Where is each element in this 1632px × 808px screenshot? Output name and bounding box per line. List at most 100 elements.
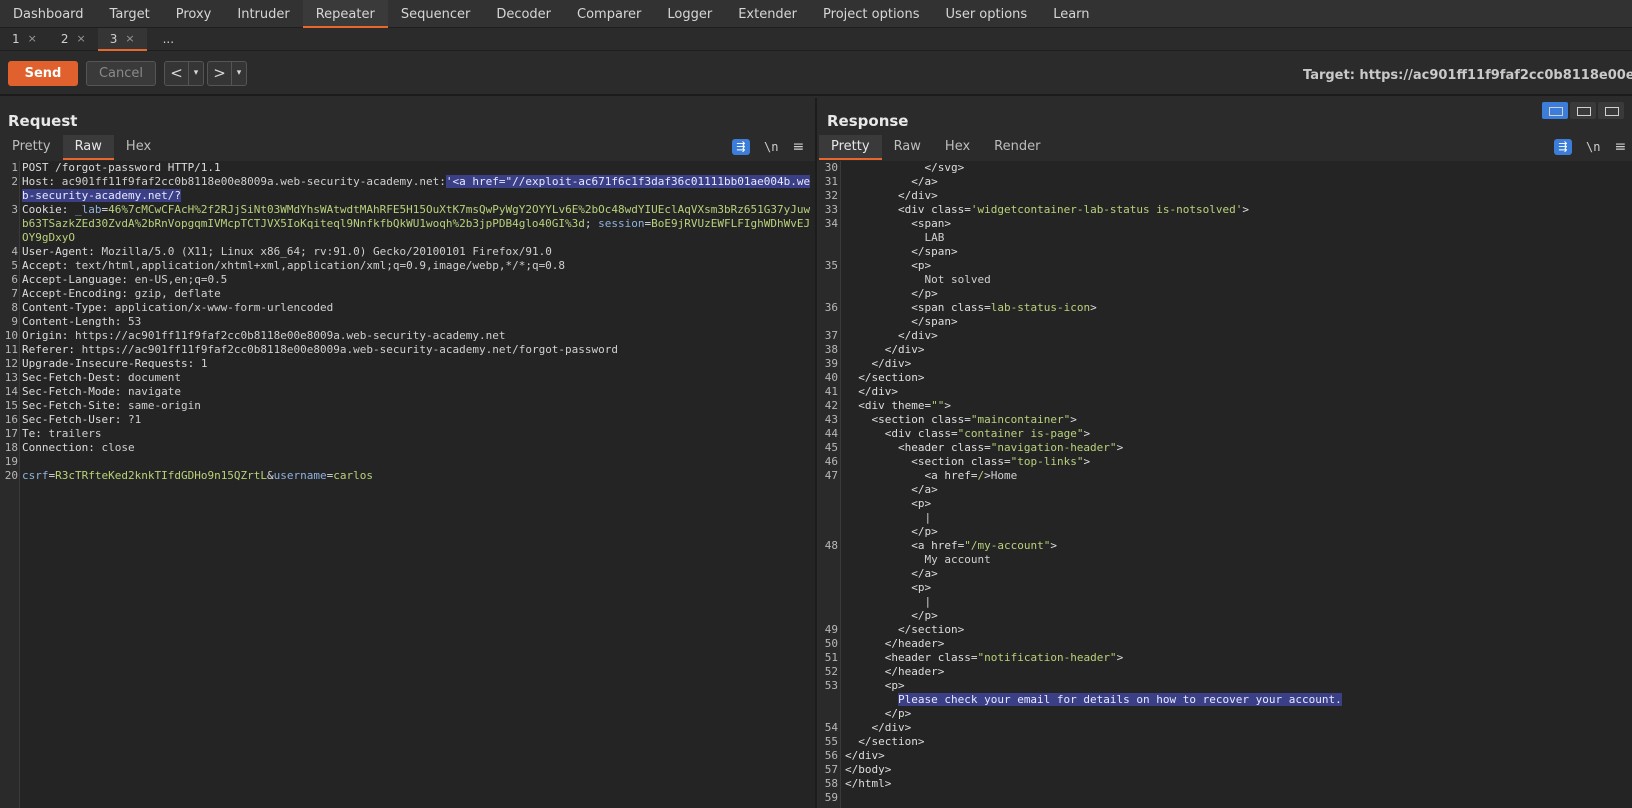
code-token: class= [970, 455, 1011, 468]
forward-arrow-icon[interactable]: > [208, 62, 232, 85]
code-line: My account [819, 553, 1632, 567]
code-token: </a> [845, 483, 938, 496]
chevron-down-icon[interactable]: ▾ [232, 62, 246, 85]
line-number: 18 [4, 441, 18, 454]
nav-tab-intruder[interactable]: Intruder [224, 0, 302, 28]
response-editor[interactable]: 30 </svg> 31 </a> 32 </div> 33 <div class='… [819, 161, 1632, 808]
nav-tab-user-options[interactable]: User options [933, 0, 1041, 28]
nav-tab-decoder[interactable]: Decoder [483, 0, 564, 28]
layout-stacked-icon[interactable] [1570, 102, 1596, 119]
code-token: session [598, 217, 645, 230]
line-number: 11 [4, 343, 18, 356]
code-line: 49 </section> [819, 623, 1632, 637]
code-token: class= [917, 427, 958, 440]
code-line: <p> [819, 581, 1632, 595]
line-text: Te: trailers [20, 427, 815, 441]
line-text: </svg> [841, 161, 1632, 175]
line-number: 34 [824, 217, 838, 230]
close-icon[interactable]: × [77, 28, 86, 51]
line-text: </div> [841, 749, 1632, 763]
line-number: 3 [11, 203, 18, 216]
code-token: > [984, 469, 991, 482]
code-token: </div> [845, 343, 925, 356]
line-text: <header class="navigation-header"> [841, 441, 1632, 455]
nav-tab-logger[interactable]: Logger [654, 0, 725, 28]
response-tab-pretty[interactable]: Pretty [819, 135, 882, 160]
target-label[interactable]: Target: https://ac901ff11f9faf2cc0b8118e… [1303, 68, 1632, 83]
code-line: 55 </section> [819, 735, 1632, 749]
code-token: </svg> [845, 161, 965, 174]
line-text: </span> [841, 315, 1632, 329]
new-tab-button[interactable]: ... [147, 28, 190, 51]
request-editor[interactable]: 1 POST /forgot-password HTTP/1.1 2 Host: ac… [0, 161, 815, 808]
line-number [819, 315, 841, 329]
line-text: </html> [841, 777, 1632, 791]
code-token: > [1242, 203, 1250, 216]
menu-icon[interactable]: ≡ [792, 139, 804, 155]
menu-icon[interactable]: ≡ [1614, 139, 1626, 155]
code-token: <span [845, 301, 951, 314]
nav-tab-repeater[interactable]: Repeater [302, 0, 388, 28]
wrap-lines-icon[interactable]: ⇶ [1554, 139, 1572, 155]
request-tab-raw[interactable]: Raw [62, 135, 114, 160]
layout-side-by-side-icon[interactable] [1542, 102, 1568, 119]
request-panel: Request Pretty Raw Hex ⇶ \n ≡ 1 POST /for… [0, 98, 817, 808]
nav-tab-dashboard[interactable]: Dashboard [0, 0, 97, 28]
line-text: <a href="/my-account"> [841, 539, 1632, 553]
line-number: 54 [824, 721, 838, 734]
code-token: </a> [845, 567, 938, 580]
show-newlines-icon[interactable]: \n [764, 140, 778, 154]
nav-tab-proxy[interactable]: Proxy [163, 0, 225, 28]
response-tools: ⇶ \n ≡ [1554, 139, 1626, 155]
line-text: <div theme=""> [841, 399, 1632, 413]
show-newlines-icon[interactable]: \n [1586, 140, 1600, 154]
line-text: </div> [841, 329, 1632, 343]
request-tab-pretty[interactable]: Pretty [0, 135, 63, 160]
repeater-tab-1[interactable]: 1 × [0, 28, 49, 51]
line-text: Origin: https://ac901ff11f9faf2cc0b8118e… [20, 329, 815, 343]
chevron-down-icon[interactable]: ▾ [189, 62, 203, 85]
code-token: Content-Length: [22, 315, 128, 328]
code-token: <a [845, 539, 932, 552]
line-number [819, 567, 841, 581]
response-title: Response [827, 112, 909, 130]
wrap-lines-icon[interactable]: ⇶ [732, 139, 750, 155]
line-number [819, 693, 841, 707]
line-number: 1 [11, 161, 18, 174]
code-token: & [267, 469, 274, 482]
line-number: 58 [824, 777, 838, 790]
nav-tab-sequencer[interactable]: Sequencer [388, 0, 483, 28]
line-text: | [841, 511, 1632, 525]
response-tab-hex[interactable]: Hex [933, 135, 982, 160]
code-line: </p> [819, 287, 1632, 301]
line-text: Cookie: _lab=46%7cMCwCFAcH%2f2RJjSiNt03W… [20, 203, 815, 245]
nav-tab-learn[interactable]: Learn [1040, 0, 1102, 28]
close-icon[interactable]: × [125, 28, 134, 49]
nav-tab-target[interactable]: Target [97, 0, 163, 28]
code-token: </div> [845, 189, 938, 202]
code-line: 56 </div> [819, 749, 1632, 763]
response-tab-raw[interactable]: Raw [882, 135, 933, 160]
back-arrow-icon[interactable]: < [165, 62, 189, 85]
response-tab-render[interactable]: Render [982, 135, 1052, 160]
cancel-button[interactable]: Cancel [86, 61, 156, 86]
repeater-tab-3[interactable]: 3 × [97, 28, 147, 51]
code-token: class= [931, 203, 971, 216]
nav-tab-comparer[interactable]: Comparer [564, 0, 654, 28]
repeater-tab-2[interactable]: 2 × [49, 28, 98, 51]
nav-tab-extender[interactable]: Extender [725, 0, 810, 28]
close-icon[interactable]: × [28, 28, 37, 51]
line-text: Accept-Encoding: gzip, deflate [20, 287, 815, 301]
request-tab-hex[interactable]: Hex [114, 135, 163, 160]
line-text: <p> [841, 259, 1632, 273]
repeater-tab-label: 1 [12, 32, 20, 46]
nav-tab-project-options[interactable]: Project options [810, 0, 933, 28]
code-line: 42 <div theme=""> [819, 399, 1632, 413]
layout-tabs-icon[interactable] [1598, 102, 1624, 119]
code-token: Home [990, 469, 1018, 482]
code-line: | [819, 511, 1632, 525]
code-line: 2 Host: ac901ff11f9faf2cc0b8118e00e8009a.… [0, 175, 815, 203]
send-button[interactable]: Send [8, 61, 78, 86]
code-token: > [1083, 427, 1091, 440]
